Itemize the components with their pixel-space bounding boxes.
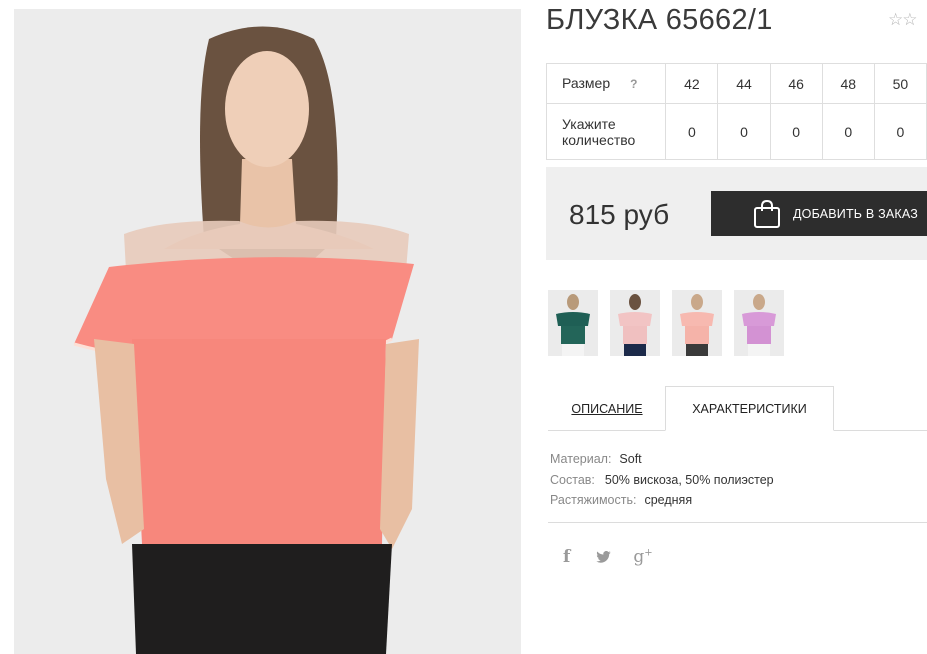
size-label: Размер: [562, 75, 611, 91]
twitter-icon[interactable]: [596, 548, 612, 567]
size-row: Размер? 42 44 46 48 50: [545, 63, 927, 104]
thumbnail-navy-pink[interactable]: [610, 290, 660, 356]
add-to-order-button[interactable]: ДОБАВИТЬ В ЗАКАЗ: [711, 191, 927, 236]
quantity-input[interactable]: 0: [873, 103, 927, 160]
facebook-icon[interactable]: f: [563, 547, 570, 567]
characteristic-key: Состав:: [550, 472, 595, 487]
thumbnail-peach-image: [672, 290, 722, 356]
thumbnail-lilac[interactable]: [734, 290, 784, 356]
thumbnail-green[interactable]: [548, 290, 598, 356]
characteristic-key: Материал:: [550, 452, 612, 466]
characteristic-value: Soft: [619, 452, 642, 466]
characteristic-material: Материал: Soft: [550, 449, 774, 470]
section-divider: [548, 522, 927, 523]
thumbnail-peach[interactable]: [672, 290, 722, 356]
shopping-bag-icon: [754, 199, 780, 228]
size-table: Размер? 42 44 46 48 50 Укажите количеств…: [545, 63, 927, 160]
quantity-input[interactable]: 0: [717, 103, 771, 160]
size-cell: 44: [717, 63, 771, 104]
characteristics-list: Материал: Soft Состав: 50% вискоза, 50% по…: [550, 449, 774, 511]
size-label-cell: Размер?: [545, 63, 667, 104]
twitter-bird-icon: [596, 550, 612, 563]
thumbnail-lilac-image: [734, 290, 784, 356]
size-help-icon[interactable]: ?: [630, 76, 637, 92]
product-photo-illustration: [14, 9, 521, 654]
thumbnail-list: [548, 290, 796, 356]
characteristic-value: средняя: [644, 493, 693, 507]
characteristic-stretch: Растяжимость: средняя: [550, 490, 774, 511]
product-price: 815 руб: [569, 199, 670, 230]
size-cell: 42: [665, 63, 719, 104]
google-plus-icon[interactable]: g+: [633, 547, 652, 567]
quantity-label: Укажите количество: [545, 103, 667, 160]
quantity-row: Укажите количество 0 0 0 0 0: [545, 103, 927, 160]
product-main-photo[interactable]: [14, 9, 521, 654]
price-box: 815 руб ДОБАВИТЬ В ЗАКАЗ: [546, 167, 927, 260]
quantity-input[interactable]: 0: [769, 103, 823, 160]
characteristic-key: Растяжимость:: [550, 493, 637, 507]
quantity-input[interactable]: 0: [821, 103, 875, 160]
characteristic-value: 50% вискоза, 50% полиэстер: [604, 472, 774, 487]
thumbnail-navy-pink-image: [610, 290, 660, 356]
size-cell: 48: [821, 63, 875, 104]
size-cell: 50: [873, 63, 927, 104]
thumbnail-green-image: [548, 290, 598, 356]
product-title: БЛУЗКА 65662/1: [546, 4, 773, 36]
social-share: f g+: [563, 547, 653, 567]
favorite-stars-icon[interactable]: ☆☆: [888, 10, 918, 30]
quantity-input[interactable]: 0: [665, 103, 719, 160]
add-to-order-label: ДОБАВИТЬ В ЗАКАЗ: [793, 206, 919, 221]
tab-characteristics[interactable]: ХАРАКТЕРИСТИКИ: [665, 386, 834, 431]
tab-description[interactable]: ОПИСАНИЕ: [548, 386, 666, 431]
characteristic-composition: Состав: 50% вискоза, 50% полиэстер: [550, 470, 774, 491]
size-cell: 46: [769, 63, 823, 104]
